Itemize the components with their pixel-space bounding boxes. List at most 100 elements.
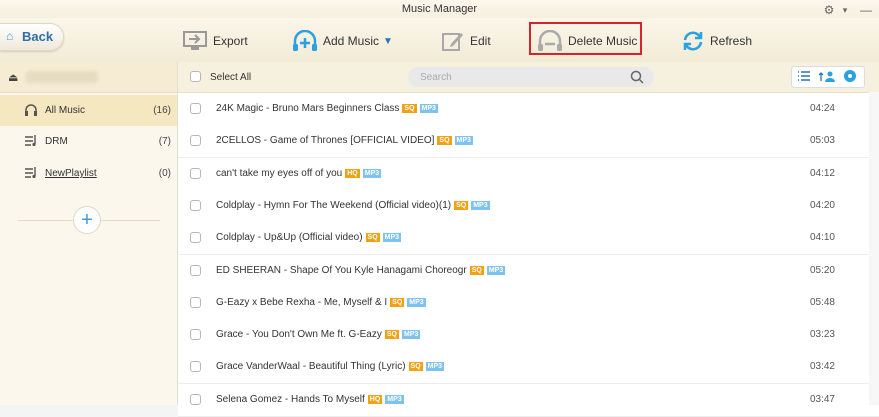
quality-badge: HQ <box>345 168 360 178</box>
music-list-panel: Select All Search 24K Magic - Bruno Mars… <box>178 62 879 417</box>
search-placeholder: Search <box>420 72 452 83</box>
format-badge: MP3 <box>454 136 473 146</box>
table-row[interactable]: Grace - You Don't Own Me ft. G-Eazy SQ MP3… <box>178 319 879 353</box>
add-music-button[interactable]: Add Music ▼ <box>292 29 393 53</box>
table-row[interactable]: Coldplay - Up&Up (Official video) SQ MP3 04… <box>178 222 879 256</box>
export-label: Export <box>213 34 248 48</box>
device-row[interactable]: ⏏ <box>0 62 177 93</box>
refresh-button[interactable]: Refresh <box>681 29 752 53</box>
quality-badge: SQ <box>390 297 405 307</box>
search-icon[interactable] <box>630 70 644 84</box>
format-badge: MP3 <box>402 330 421 340</box>
row-checkbox[interactable] <box>190 361 201 373</box>
song-duration: 05:20 <box>809 264 835 276</box>
table-row[interactable]: can't take my eyes off of you HQ MP3 04:12 <box>178 157 879 191</box>
window-title: Music Manager <box>401 3 478 15</box>
search-input[interactable]: Search <box>408 67 654 87</box>
table-row[interactable]: 24K Magic - Bruno Mars Beginners Class SQ… <box>178 93 879 126</box>
row-checkbox[interactable] <box>190 103 201 114</box>
song-duration: 04:24 <box>809 103 835 114</box>
title-bar: Music Manager ⚙ ▾ — <box>0 0 879 18</box>
song-duration: 04:12 <box>809 167 835 179</box>
row-checkbox[interactable] <box>190 135 201 147</box>
table-row[interactable]: G-Eazy x Bebe Rexha - Me, Myself & I SQ MP… <box>178 286 879 320</box>
back-button[interactable]: ⌂ Back <box>0 23 64 51</box>
song-title-cell: Grace - You Don't Own Me ft. G-Eazy SQ MP3 <box>216 329 421 341</box>
song-duration: 03:23 <box>809 329 835 341</box>
album-view-icon[interactable] <box>840 69 860 85</box>
row-checkbox[interactable] <box>190 393 201 405</box>
home-icon: ⌂ <box>6 29 14 43</box>
sidebar-item-label: DRM <box>45 136 68 147</box>
song-title-cell: Coldplay - Up&Up (Official video) SQ MP3 <box>216 232 402 243</box>
sidebar-item-all-music[interactable]: All Music (16) <box>0 95 177 126</box>
row-checkbox[interactable] <box>190 199 201 211</box>
back-label: Back <box>22 29 54 44</box>
sidebar-item-count: (16) <box>153 105 171 116</box>
row-checkbox[interactable] <box>190 167 201 179</box>
sidebar-item-label: NewPlaylist <box>45 168 97 179</box>
song-duration: 03:42 <box>809 361 835 373</box>
export-icon <box>183 31 207 50</box>
row-checkbox[interactable] <box>190 264 201 276</box>
song-title-cell: ED SHEERAN - Shape Of You Kyle Hanagami … <box>216 264 506 276</box>
format-badge: MP3 <box>425 362 445 372</box>
song-title: can't take my eyes off of you <box>216 167 343 179</box>
song-title-cell: can't take my eyes off of you HQ MP3 <box>216 167 382 179</box>
sidebar-item-count: (7) <box>158 136 171 147</box>
song-duration: 04:20 <box>809 199 835 211</box>
format-badge: MP3 <box>471 200 490 210</box>
edit-label: Edit <box>470 34 491 48</box>
sidebar-item-newplaylist[interactable]: NewPlaylist (0) <box>0 158 177 189</box>
song-title-cell: Coldplay - Hymn For The Weekend (Officia… <box>216 200 490 211</box>
settings-dropdown-icon[interactable]: ▾ <box>836 2 854 18</box>
song-duration: 05:48 <box>809 296 835 308</box>
table-row[interactable]: ED SHEERAN - Shape Of You Kyle Hanagami … <box>178 254 879 288</box>
table-row[interactable]: Coldplay - Hymn For The Weekend (Officia… <box>178 189 879 223</box>
artist-sort-icon[interactable] <box>817 69 837 85</box>
song-title: Selena Gomez - Hands To Myself <box>216 393 365 405</box>
export-button[interactable]: Export <box>182 29 248 53</box>
quality-badge: HQ <box>367 394 383 404</box>
add-music-icon <box>293 30 317 51</box>
format-badge: MP3 <box>362 168 382 178</box>
device-name-redacted <box>26 71 98 83</box>
edit-icon <box>442 33 463 51</box>
quality-badge: SQ <box>454 200 469 210</box>
table-row[interactable]: Selena Gomez - Hands To Myself HQ MP3 03:47 <box>178 383 879 417</box>
refresh-icon <box>683 31 703 51</box>
add-playlist-button[interactable]: + <box>73 206 101 234</box>
song-duration: 04:10 <box>809 232 835 244</box>
row-checkbox[interactable] <box>190 296 201 308</box>
song-title-cell: Grace VanderWaal - Beautiful Thing (Lyri… <box>216 361 445 373</box>
table-row[interactable]: 2CELLOS - Game of Thrones [OFFICIAL VIDE… <box>178 125 879 159</box>
row-checkbox[interactable] <box>190 232 201 244</box>
format-badge: MP3 <box>385 394 404 404</box>
song-title: Grace VanderWaal - Beautiful Thing (Lyri… <box>216 361 406 373</box>
add-music-dropdown-icon[interactable]: ▼ <box>383 36 393 47</box>
song-duration: 03:47 <box>809 393 835 405</box>
song-title: 2CELLOS - Game of Thrones [OFFICIAL VIDE… <box>216 135 435 147</box>
eject-icon[interactable]: ⏏ <box>8 71 18 84</box>
format-badge: MP3 <box>382 233 402 243</box>
scrollbar[interactable] <box>869 92 879 405</box>
song-title-cell: G-Eazy x Bebe Rexha - Me, Myself & I SQ MP… <box>216 297 426 308</box>
row-checkbox[interactable] <box>190 329 201 341</box>
song-title: Grace - You Don't Own Me ft. G-Eazy <box>216 329 382 341</box>
select-all-label: Select All <box>210 72 252 83</box>
format-badge: MP3 <box>486 265 506 275</box>
format-badge: MP3 <box>419 104 438 113</box>
list-view-icon[interactable] <box>794 69 814 85</box>
headphones-icon <box>25 104 37 116</box>
sidebar-item-drm[interactable]: DRM (7) <box>0 126 177 157</box>
select-all-checkbox[interactable] <box>190 71 201 82</box>
song-title: ED SHEERAN - Shape Of You Kyle Hanagami … <box>216 264 467 276</box>
song-title-cell: 2CELLOS - Game of Thrones [OFFICIAL VIDE… <box>216 135 473 146</box>
edit-button[interactable]: Edit <box>441 29 491 53</box>
minimize-icon[interactable]: — <box>857 2 875 18</box>
table-row[interactable]: Grace VanderWaal - Beautiful Thing (Lyri… <box>178 351 879 385</box>
sidebar-item-count: (0) <box>158 168 171 179</box>
song-title-cell: Selena Gomez - Hands To Myself HQ MP3 <box>216 394 404 405</box>
toolbar: ⌂ Back Export Add Music ▼ Edit Delete Mu… <box>0 18 879 63</box>
song-duration: 05:03 <box>809 135 835 147</box>
